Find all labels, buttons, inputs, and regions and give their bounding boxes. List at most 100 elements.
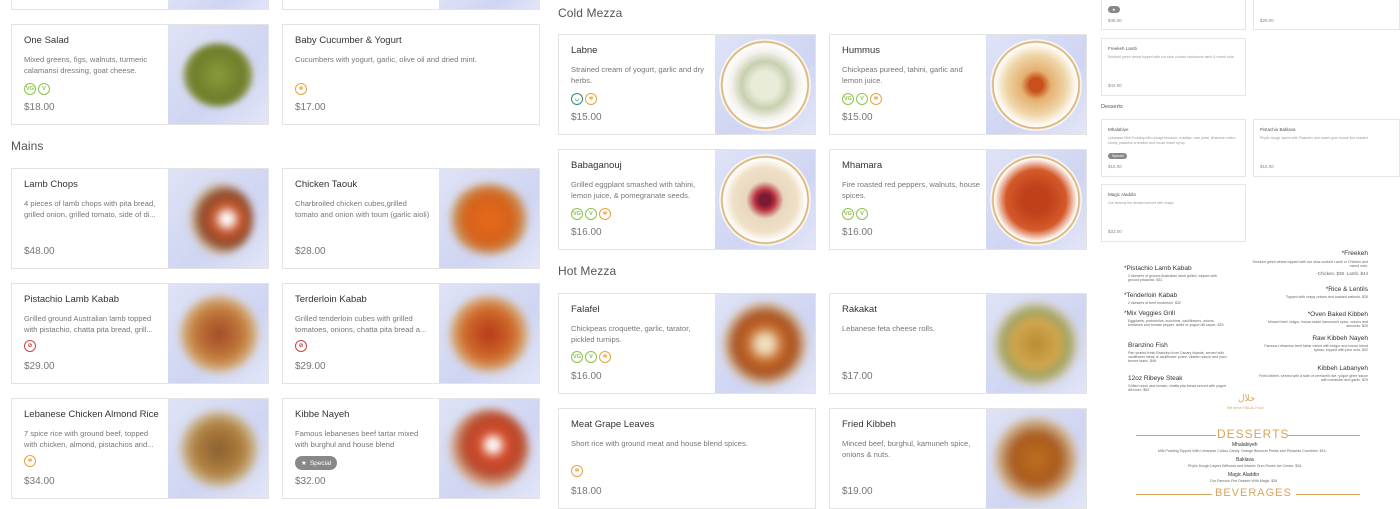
wheat-icon: ✲ [870, 93, 882, 105]
item-description: 4 pieces of lamb chops with pita bread, … [24, 199, 156, 219]
item-name: Kibbe Nayeh [295, 409, 350, 420]
item-description: Charbroiled chicken cubes,grilled tomato… [295, 199, 430, 221]
vegan-icon: VG [571, 351, 583, 363]
item-price: $17.00 [842, 371, 873, 382]
thumb-card[interactable]: $29.00 [1253, 0, 1400, 30]
menu-item-kibbeh-labanyeh: Kibbeh Labanyeh [1317, 365, 1368, 372]
dairy-icon: ◡ [571, 93, 583, 105]
nut-icon: ⊘ [295, 340, 307, 352]
menu-card-meat-grape-leaves[interactable]: Meat Grape Leaves Short rice with ground… [558, 408, 816, 509]
item-price: $28.00 [295, 246, 326, 257]
item-description: Mixed greens, figs, walnuts, turmeric ca… [24, 55, 148, 75]
menu-card-one-salad[interactable]: One Salad Mixed greens, figs, walnuts, t… [11, 24, 269, 125]
dish-photo [986, 409, 1086, 508]
item-price: $17.00 [295, 102, 326, 113]
dish-photo [439, 169, 539, 268]
menu-item-branzino: Branzino Fish [1128, 342, 1168, 349]
item-name: Lebanese Chicken Almond Rice [24, 409, 159, 420]
vegetarian-icon: V [585, 208, 597, 220]
dish-photo [986, 35, 1086, 134]
item-name: Hummus [842, 45, 881, 56]
item-description: Short rice with ground meat and house bl… [571, 439, 748, 448]
item-price: $16.00 [842, 227, 873, 238]
dish-photo [986, 150, 1086, 249]
item-name: Falafel [571, 304, 600, 315]
vegetarian-icon: V [585, 351, 597, 363]
thumb-card-pistachio-baklava[interactable]: Pistachio Baklava Phyllo dough layers wi… [1253, 119, 1400, 177]
divider [1288, 435, 1360, 436]
menu-card-baby-cucumber[interactable]: Baby Cucumber & Yogurt Cucumbers with yo… [282, 24, 540, 125]
item-price: $19.00 [842, 486, 873, 497]
wheat-icon: ✲ [599, 351, 611, 363]
menu-card-falafel[interactable]: Falafel Chickpeas croquette, garlic, tar… [558, 293, 816, 394]
menu-card-lebanese-chicken-almond-rice[interactable]: Lebanese Chicken Almond Rice 7 spice ric… [11, 398, 269, 499]
thumb-card[interactable]: ★ $48.00 [1101, 0, 1246, 30]
thumb-desc: Lebanese Milk Pudding with orange blosso… [1108, 136, 1236, 145]
menu-item-pistachio-lamb: *Pistachio Lamb Kabab [1124, 265, 1192, 272]
printed-beverages-heading: BEVERAGES [1215, 487, 1292, 499]
menu-card-chicken-taouk[interactable]: Chicken Taouk Charbroiled chicken cubes,… [282, 168, 540, 269]
item-price: $16.00 [571, 227, 602, 238]
item-description: Cucumbers with yogurt, garlic, olive oil… [295, 55, 477, 64]
item-description: Famous lebaneses beef tartar mixed with … [295, 429, 419, 451]
item-description: Grilled eggplant smashed with tahini, le… [571, 180, 696, 200]
menu-item-oven-kibbeh: *Oven Baked Kibbeh [1307, 311, 1368, 318]
item-name: Pistachio Lamb Kabab [24, 294, 120, 305]
thumb-price: $48.00 [1108, 18, 1122, 23]
menu-card-hummus[interactable]: Hummus Chickpeas pureed, tahini, garlic … [829, 34, 1087, 135]
dish-photo [168, 0, 268, 9]
dish-photo [168, 169, 268, 268]
menu-card-babaganouj[interactable]: Babaganouj Grilled eggplant smashed with… [558, 149, 816, 250]
menu-card-mhamara[interactable]: Mhamara Fire roasted red peppers, walnut… [829, 149, 1087, 250]
thumb-desc: Phyllo dough layers with Pistachio and r… [1260, 136, 1369, 140]
thumb-card-magic-aladdin[interactable]: Magic Aladdin Our famous fire dessert se… [1101, 184, 1246, 242]
item-price: $34.00 [24, 476, 55, 487]
thumb-price: $16.00 [1108, 164, 1122, 169]
printed-menu-image: *Freekeh Smoked green wheat topped with … [1100, 249, 1400, 500]
thumb-desc: Our famous fire dessert served with magi… [1108, 201, 1175, 205]
item-price: $32.00 [295, 476, 326, 487]
menu-card-rakakat[interactable]: Rakakat Lebanese feta cheese rolls. $17.… [829, 293, 1087, 394]
item-name: One Salad [24, 35, 69, 46]
thumb-card-mhalabiye[interactable]: Mhalabiye Lebanese Milk Pudding with ora… [1101, 119, 1246, 177]
item-name: Baby Cucumber & Yogurt [295, 35, 402, 46]
menu-card-fried-kibbeh[interactable]: Fried Kibbeh Minced beef, burghul, kamun… [829, 408, 1087, 509]
dish-photo [715, 294, 815, 393]
thumb-price: $29.00 [1260, 18, 1274, 23]
vegan-icon: VG [571, 208, 583, 220]
menu-item-freekeh: *Freekeh [1341, 250, 1368, 257]
item-price: $15.00 [571, 112, 602, 123]
item-description: Fire roasted red peppers, walnuts, house… [842, 180, 981, 200]
menu-card-cropped[interactable] [11, 0, 269, 10]
item-description: Grilled tenderloin cubes with grilled to… [295, 314, 427, 334]
item-name: Chicken Taouk [295, 179, 358, 190]
item-price: $15.00 [842, 112, 873, 123]
divider [1136, 435, 1216, 436]
section-title-cold-mezza: Cold Mezza [558, 6, 623, 20]
nut-icon: ⊘ [24, 340, 36, 352]
menu-card-lamb-chops[interactable]: Lamb Chops 4 pieces of lamb chops with p… [11, 168, 269, 269]
menu-item-tenderloin: *Tenderloin Kabab [1124, 292, 1178, 299]
dish-photo [439, 284, 539, 383]
dish-photo [986, 294, 1086, 393]
menu-item-mix-veggies: *Mix Veggies Grill [1124, 310, 1175, 317]
vegetarian-icon: V [38, 83, 50, 95]
menu-card-pistachio-lamb-kabab[interactable]: Pistachio Lamb Kabab Grilled ground Aust… [11, 283, 269, 384]
item-name: Labne [571, 45, 598, 56]
item-name: Lamb Chops [24, 179, 78, 190]
thumb-price: $32.00 [1108, 229, 1122, 234]
thumb-name: Magic Aladdin [1108, 192, 1137, 197]
menu-card-kibbe-nayeh[interactable]: Kibbe Nayeh Famous lebaneses beef tartar… [282, 398, 540, 499]
menu-card-tenderloin-kabab[interactable]: Terderloin Kabab Grilled tenderloin cube… [282, 283, 540, 384]
menu-item-rice-lentils: *Rice & Lentils [1325, 286, 1368, 293]
item-name: Babaganouj [571, 160, 622, 171]
menu-card-labne[interactable]: Labne Strained cream of yogurt, garlic a… [558, 34, 816, 135]
thumb-price: $42.00 [1108, 83, 1122, 88]
star-icon: ★ [301, 460, 307, 467]
special-badge: Special [1108, 153, 1128, 159]
dish-photo [168, 25, 268, 124]
vegan-icon: VG [24, 83, 36, 95]
section-title-mains: Mains [11, 139, 44, 153]
menu-card-cropped[interactable] [282, 0, 540, 10]
thumb-card-freekeh-lamb[interactable]: Freekeh Lamb Smoked green wheat topped w… [1101, 38, 1246, 96]
